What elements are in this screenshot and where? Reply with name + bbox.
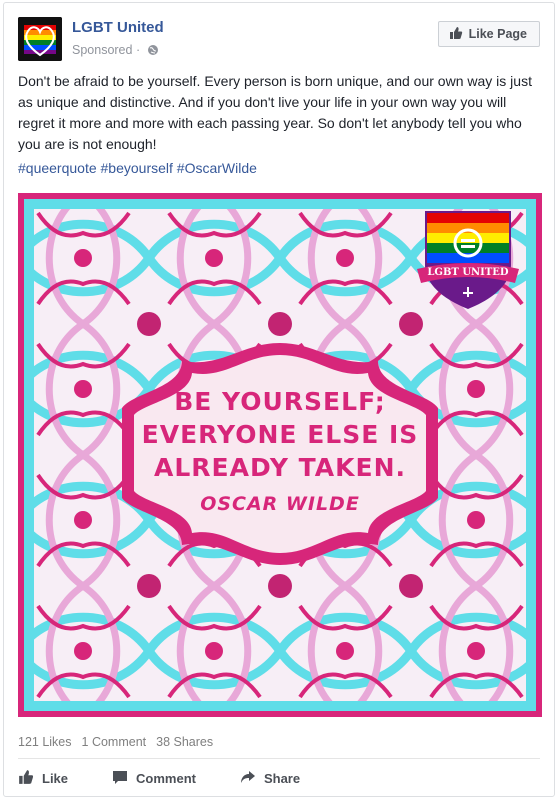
share-icon: [240, 769, 256, 788]
quote-author: OSCAR WILDE: [200, 493, 360, 515]
divider: [18, 758, 540, 759]
hashtags[interactable]: #queerquote #beyourself #OscarWilde: [18, 158, 542, 179]
like-label: Like: [42, 770, 69, 786]
share-button[interactable]: Share: [240, 769, 300, 788]
shares-count[interactable]: 38 Shares: [156, 735, 213, 749]
quote-text: BE YOURSELF; EVERYONE ELSE IS ALREADY TA…: [18, 385, 542, 518]
post-text: Don't be afraid to be yourself. Every pe…: [18, 71, 542, 179]
post-header: LGBT United Sponsored · Like Page: [18, 17, 540, 65]
comment-button[interactable]: Comment: [112, 769, 196, 788]
logo-text: LGBT UNITED: [427, 267, 509, 278]
comment-label: Comment: [136, 770, 196, 786]
post-stats: 121 Likes 1 Comment 38 Shares: [18, 735, 213, 749]
quote-line-3: ALREADY TAKEN.: [153, 453, 407, 482]
like-page-button[interactable]: Like Page: [437, 21, 540, 47]
like-button[interactable]: Like: [18, 769, 68, 788]
post-body: Don't be afraid to be yourself. Every pe…: [18, 73, 532, 152]
like-page-label: Like Page: [468, 27, 527, 41]
page-name-link[interactable]: LGBT United: [72, 19, 164, 36]
likes-count[interactable]: 121 Likes: [18, 735, 72, 749]
comment-icon: [112, 769, 128, 788]
thumbs-up-icon: [449, 26, 463, 43]
sponsored-post-card: LGBT United Sponsored · Like Page Don't …: [3, 2, 555, 797]
comments-count[interactable]: 1 Comment: [82, 735, 147, 749]
post-actions: Like Comment Share: [18, 765, 540, 791]
thumbs-up-icon: [18, 769, 34, 788]
sponsored-text: Sponsored: [72, 43, 133, 57]
globe-icon[interactable]: [147, 44, 159, 59]
post-image[interactable]: BE YOURSELF; EVERYONE ELSE IS ALREADY TA…: [18, 193, 542, 717]
lgbt-united-logo: LGBT UNITED: [413, 203, 523, 313]
avatar[interactable]: [18, 17, 62, 61]
quote-line-2: EVERYONE ELSE IS: [141, 420, 419, 449]
quote-line-1: BE YOURSELF;: [174, 387, 386, 416]
share-label: Share: [263, 770, 301, 786]
sponsored-label: Sponsored ·: [72, 43, 159, 59]
